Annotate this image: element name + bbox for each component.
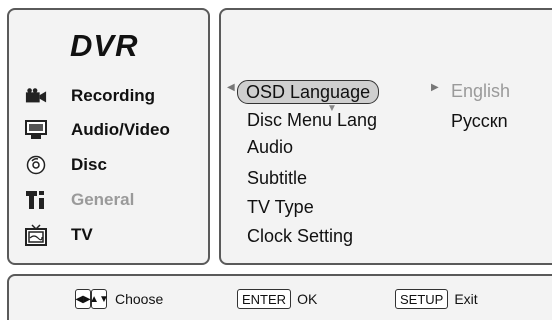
camera-icon [25,85,47,107]
option-russian[interactable]: Русскn [451,108,508,134]
sidebar-item-disc[interactable]: Disc [25,151,205,179]
sidebar-item-audio-video[interactable]: Audio/Video [25,116,205,144]
sidebar-panel: DVR Recording Audio/Video Disc General T… [7,8,210,265]
disc-icon [25,154,47,176]
sidebar-item-label: TV [71,225,93,244]
sidebar-item-tv[interactable]: TV [25,221,205,249]
monitor-icon [25,119,47,141]
menu-item-subtitle[interactable]: Subtitle [247,165,307,191]
enter-key: ENTER [237,289,292,309]
sidebar-item-general[interactable]: General [25,186,205,214]
settings-panel: ◀ OSD Language ▶ ▼ Disc Menu Lang Audio … [219,8,552,265]
sidebar-item-label: Disc [71,155,107,174]
hint-choose: ◀▶ ▲▼ Choose [75,289,163,309]
menu-item-tv-type[interactable]: TV Type [247,194,314,220]
tv-icon [25,224,47,246]
tools-icon [25,189,47,211]
hint-enter: ENTER OK [237,289,317,309]
sidebar-item-recording[interactable]: Recording [25,82,205,110]
left-arrow-icon: ◀ [227,82,235,93]
arrow-keys-icon: ◀▶ ▲▼ [75,289,109,309]
option-english[interactable]: English [451,78,510,104]
menu-item-audio[interactable]: Audio [247,134,293,160]
setup-key: SETUP [395,289,449,309]
up-down-arrows-icon: ▲▼ [89,289,109,309]
menu-item-disc-menu-lang[interactable]: Disc Menu Lang [247,107,377,133]
hint-setup: SETUP Exit [395,289,478,309]
sidebar-item-label: Recording [71,86,156,105]
enter-label: OK [297,291,318,307]
setup-label: Exit [454,291,478,307]
brand-title: DVR [70,28,139,63]
sidebar-item-label: Audio/Video [71,120,170,139]
menu-item-clock-setting[interactable]: Clock Setting [247,223,353,249]
menu-item-osd-language[interactable]: OSD Language [237,80,380,104]
sidebar-item-label: General [71,190,135,209]
right-arrow-icon: ▶ [431,82,439,93]
footer-hint-bar: ◀▶ ▲▼ Choose ENTER OK SETUP Exit [7,274,552,320]
choose-label: Choose [115,291,164,307]
